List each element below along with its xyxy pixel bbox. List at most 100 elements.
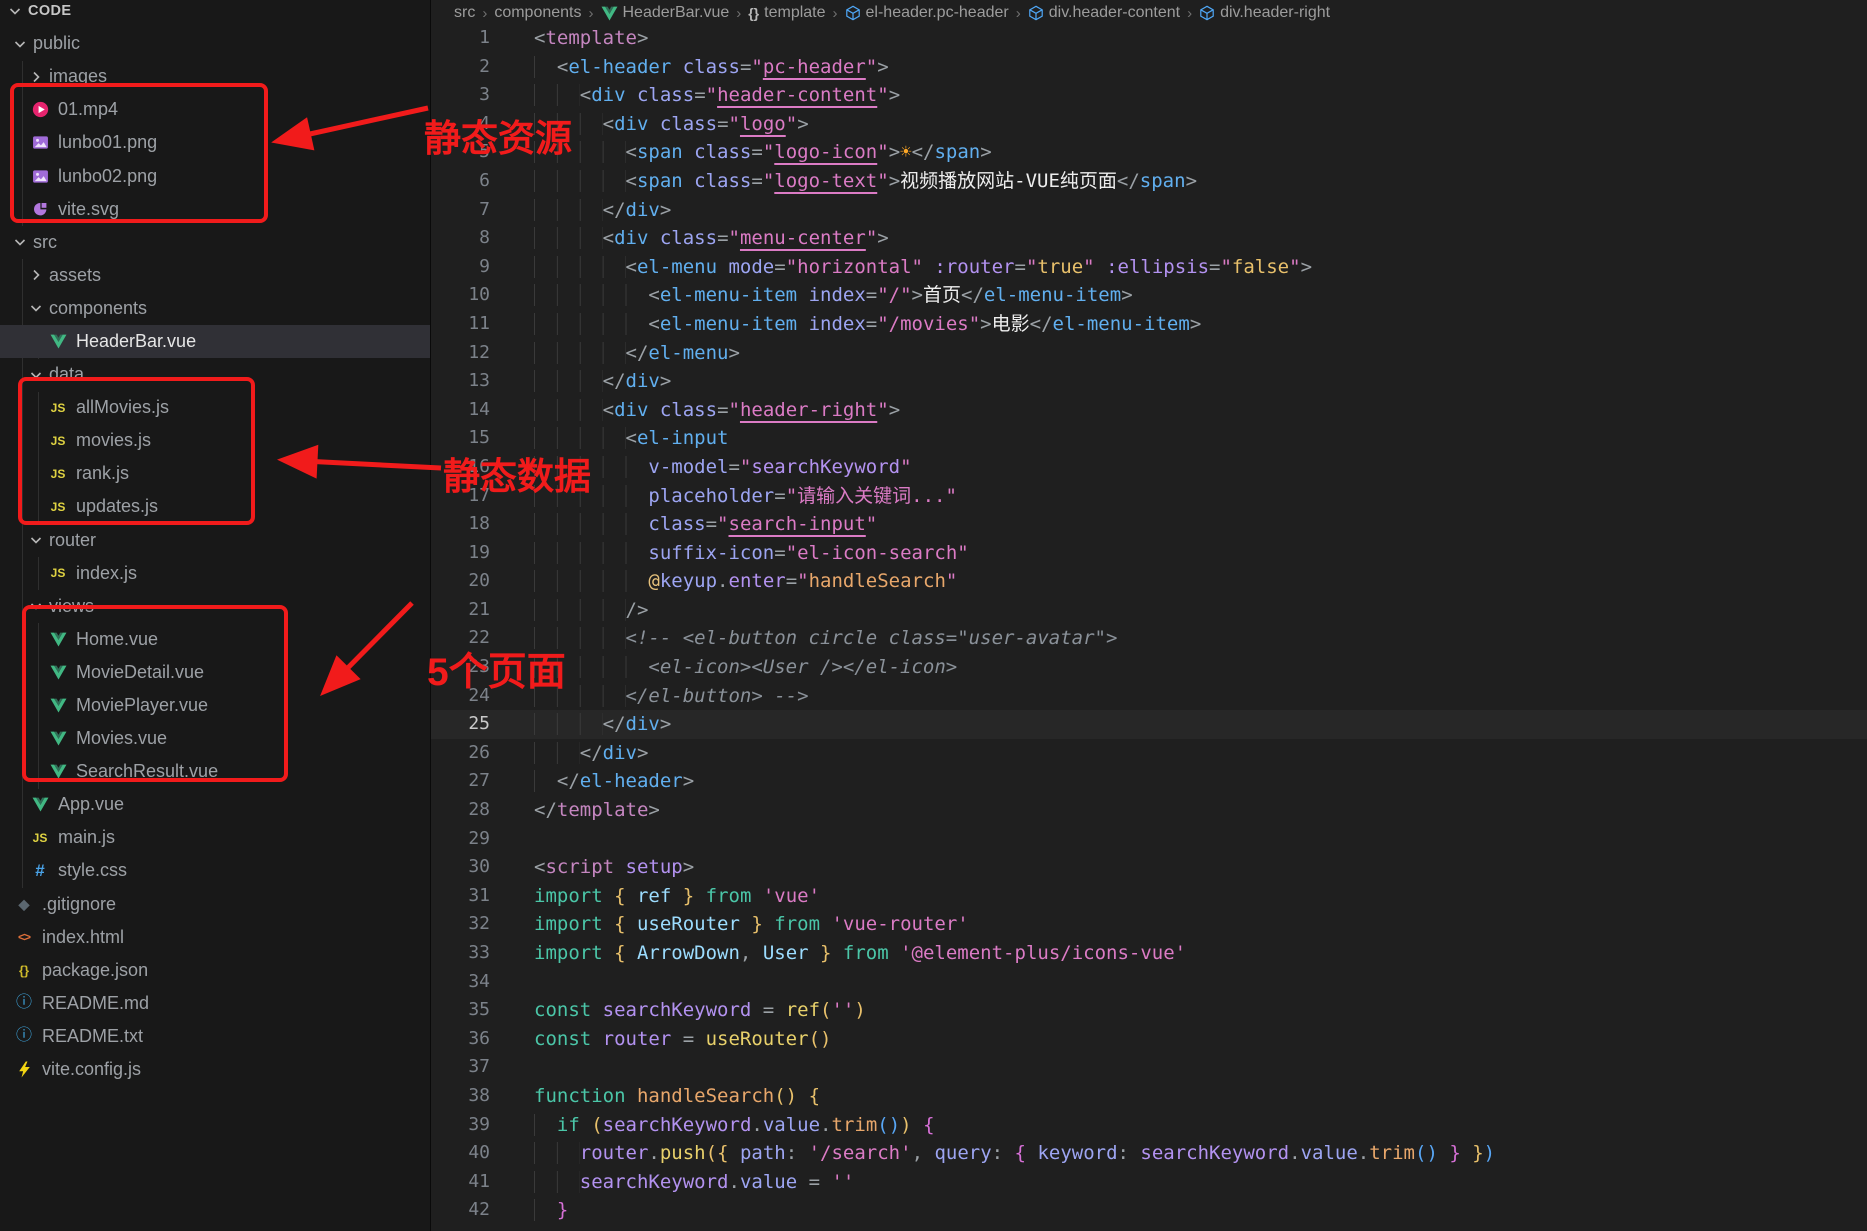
code-token: el-header: [568, 56, 682, 78]
code-line[interactable]: 41 searchKeyword.value = '': [431, 1168, 1867, 1197]
file-label: main.js: [58, 827, 115, 848]
breadcrumb-item[interactable]: components: [494, 4, 581, 22]
sidebar-item-index-js[interactable]: JSindex.js: [0, 557, 430, 590]
explorer-root-folder[interactable]: CODE: [0, 0, 430, 27]
code-token: />: [626, 599, 649, 621]
sidebar-item-rank-js[interactable]: JSrank.js: [0, 457, 430, 490]
code-line[interactable]: 35const searchKeyword = ref(''): [431, 996, 1867, 1025]
sidebar-item-01-mp4[interactable]: 01.mp4: [0, 93, 430, 126]
sidebar-item-lunbo02-png[interactable]: lunbo02.png: [0, 159, 430, 192]
sidebar-item-vite-config-js[interactable]: vite.config.js: [0, 1053, 430, 1086]
code-line[interactable]: 10 <el-menu-item index="/">首页</el-menu-i…: [431, 281, 1867, 310]
code-line[interactable]: 30<script setup>: [431, 853, 1867, 882]
line-number: 38: [431, 1082, 534, 1111]
chevron-down-icon: [26, 298, 46, 318]
code-line[interactable]: 14 <div class="header-right">: [431, 396, 1867, 425]
code-line[interactable]: 25 </div>: [431, 710, 1867, 739]
code-line[interactable]: 6 <span class="logo-text">视频播放网站-VUE纯页面<…: [431, 167, 1867, 196]
breadcrumb-item[interactable]: HeaderBar.vue: [601, 4, 730, 22]
sidebar-item-vite-svg[interactable]: vite.svg: [0, 193, 430, 226]
sidebar-item-headerbar-vue[interactable]: HeaderBar.vue: [0, 325, 430, 358]
code-line[interactable]: 36const router = useRouter(): [431, 1025, 1867, 1054]
breadcrumb-item[interactable]: div.header-content: [1028, 4, 1180, 22]
sidebar-item-index-html[interactable]: <>index.html: [0, 921, 430, 954]
code-line[interactable]: 21 />: [431, 596, 1867, 625]
sidebar-item-router[interactable]: router: [0, 524, 430, 557]
code-line[interactable]: 2 <el-header class="pc-header">: [431, 53, 1867, 82]
breadcrumb-item[interactable]: el-header.pc-header: [845, 4, 1009, 22]
code-line[interactable]: 17 placeholder="请输入关键词...": [431, 482, 1867, 511]
code-area[interactable]: 1<template>2 <el-header class="pc-header…: [431, 24, 1867, 1231]
code-line[interactable]: 4 <div class="logo">: [431, 110, 1867, 139]
code-line[interactable]: 19 suffix-icon="el-icon-search": [431, 539, 1867, 568]
code-line[interactable]: 8 <div class="menu-center">: [431, 224, 1867, 253]
sidebar-item-src[interactable]: src: [0, 226, 430, 259]
code-line[interactable]: 18 class="search-input": [431, 510, 1867, 539]
line-number: 43: [431, 1225, 534, 1231]
code-line-content: suffix-icon="el-icon-search": [534, 539, 969, 568]
chevron-down-icon: [10, 34, 30, 54]
sidebar-item-movieplayer-vue[interactable]: MoviePlayer.vue: [0, 689, 430, 722]
code-line[interactable]: 40 router.push({ path: '/search', query:…: [431, 1139, 1867, 1168]
code-token: "horizontal": [786, 256, 935, 278]
code-line[interactable]: 12 </el-menu>: [431, 339, 1867, 368]
sidebar-item-home-vue[interactable]: Home.vue: [0, 623, 430, 656]
sidebar-item-views[interactable]: views: [0, 590, 430, 623]
sidebar-item-package-json[interactable]: {}package.json: [0, 954, 430, 987]
code-line[interactable]: 43}: [431, 1225, 1867, 1231]
sidebar-item-readme-md[interactable]: ⓘREADME.md: [0, 987, 430, 1020]
editor-pane[interactable]: src›components›HeaderBar.vue›{}template›…: [431, 0, 1867, 1231]
sidebar-item-components[interactable]: components: [0, 292, 430, 325]
code-line[interactable]: 32import { useRouter } from 'vue-router': [431, 910, 1867, 939]
code-token: (): [774, 1085, 797, 1107]
code-line[interactable]: 9 <el-menu mode="horizontal" :router="tr…: [431, 253, 1867, 282]
code-line[interactable]: 34: [431, 968, 1867, 997]
sidebar-item-moviedetail-vue[interactable]: MovieDetail.vue: [0, 656, 430, 689]
breadcrumb-item[interactable]: {}template: [748, 4, 825, 22]
code-token: </: [580, 742, 603, 764]
sidebar-item-assets[interactable]: assets: [0, 259, 430, 292]
code-line[interactable]: 7 </div>: [431, 196, 1867, 225]
code-line[interactable]: 27 </el-header>: [431, 767, 1867, 796]
code-line[interactable]: 11 <el-menu-item index="/movies">电影</el-…: [431, 310, 1867, 339]
code-line[interactable]: 31import { ref } from 'vue': [431, 882, 1867, 911]
sidebar-item-data[interactable]: data: [0, 358, 430, 391]
sidebar-item-lunbo01-png[interactable]: lunbo01.png: [0, 126, 430, 159]
sidebar-item-style-css[interactable]: #style.css: [0, 854, 430, 887]
sidebar-item-searchresult-vue[interactable]: SearchResult.vue: [0, 755, 430, 788]
code-line[interactable]: 16 v-model="searchKeyword": [431, 453, 1867, 482]
indent-whitespace: [534, 256, 626, 278]
code-line[interactable]: 3 <div class="header-content">: [431, 81, 1867, 110]
sidebar-item-images[interactable]: images: [0, 60, 430, 93]
code-line[interactable]: 38function handleSearch() {: [431, 1082, 1867, 1111]
sidebar-item-updates-js[interactable]: JSupdates.js: [0, 490, 430, 523]
code-line[interactable]: 29: [431, 825, 1867, 854]
file-label: allMovies.js: [76, 397, 169, 418]
code-line[interactable]: 28</template>: [431, 796, 1867, 825]
code-line[interactable]: 26 </div>: [431, 739, 1867, 768]
sidebar-item-readme-txt[interactable]: ⓘREADME.txt: [0, 1020, 430, 1053]
code-line[interactable]: 39 if (searchKeyword.value.trim()) {: [431, 1111, 1867, 1140]
sidebar-item-app-vue[interactable]: App.vue: [0, 788, 430, 821]
code-line[interactable]: 33import { ArrowDown, User } from '@elem…: [431, 939, 1867, 968]
sidebar-item-main-js[interactable]: JSmain.js: [0, 821, 430, 854]
code-line[interactable]: 5 <span class="logo-icon">☀</span>: [431, 138, 1867, 167]
code-line[interactable]: 24 </el-button> -->: [431, 682, 1867, 711]
sidebar-item-movies-vue[interactable]: Movies.vue: [0, 722, 430, 755]
code-line[interactable]: 20 @keyup.enter="handleSearch": [431, 567, 1867, 596]
breadcrumb-item[interactable]: div.header-right: [1199, 4, 1330, 22]
code-line[interactable]: 42 }: [431, 1196, 1867, 1225]
sidebar-item-movies-js[interactable]: JSmovies.js: [0, 424, 430, 457]
sidebar-item-public[interactable]: public: [0, 27, 430, 60]
code-line[interactable]: 37: [431, 1053, 1867, 1082]
code-line[interactable]: 23 <el-icon><User /></el-icon>: [431, 653, 1867, 682]
sidebar-item--gitignore[interactable]: ◆.gitignore: [0, 888, 430, 921]
code-line[interactable]: 1<template>: [431, 24, 1867, 53]
sidebar-item-allmovies-js[interactable]: JSallMovies.js: [0, 391, 430, 424]
code-line[interactable]: 13 </div>: [431, 367, 1867, 396]
code-line[interactable]: 22 <!-- <el-button circle class="user-av…: [431, 624, 1867, 653]
code-line[interactable]: 15 <el-input: [431, 424, 1867, 453]
indent-whitespace: [534, 570, 648, 592]
breadcrumb-item[interactable]: src: [454, 4, 475, 22]
code-token: ": [866, 227, 877, 249]
